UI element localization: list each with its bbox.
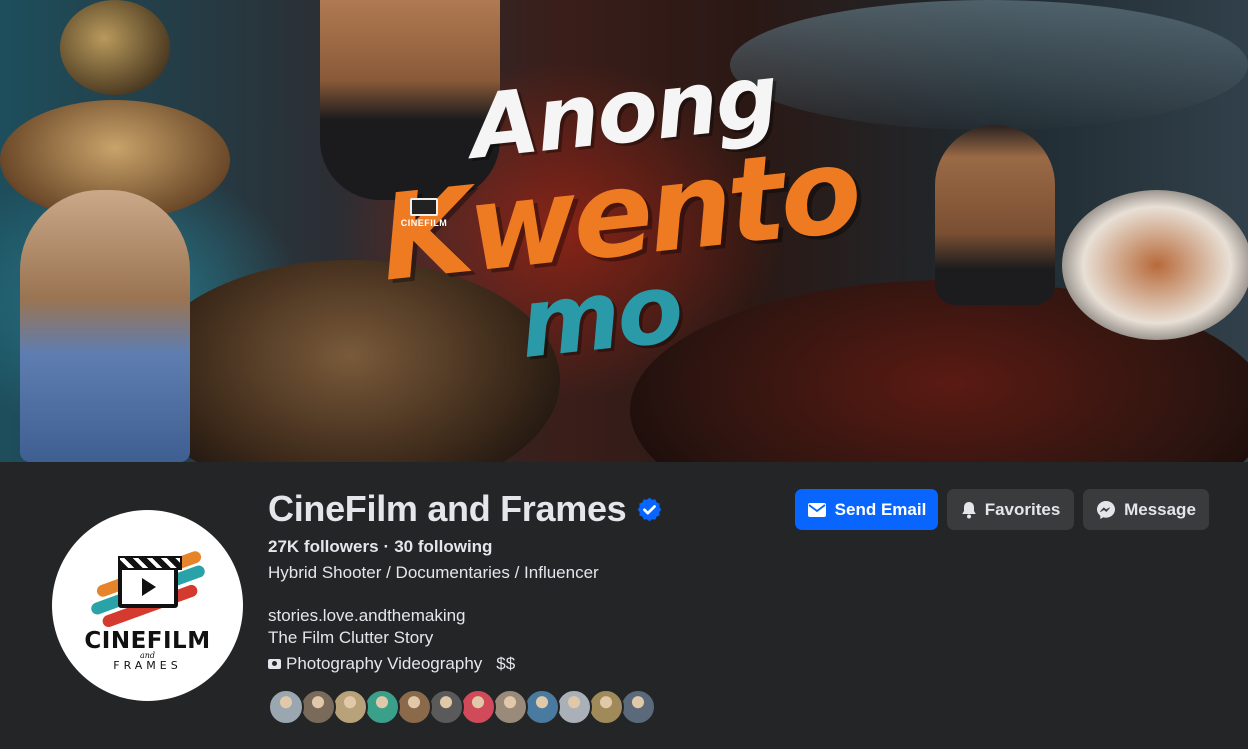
- follow-stats: 27K followers · 30 following: [268, 537, 492, 557]
- followers-link[interactable]: 27K followers: [268, 537, 379, 556]
- friend-avatar[interactable]: [332, 689, 368, 725]
- avatar-brand-frames: FRAMES: [113, 659, 182, 672]
- friend-avatar[interactable]: [300, 689, 336, 725]
- bio-line-2: The Film Clutter Story: [268, 628, 434, 647]
- page-title: CineFilm and Frames: [268, 488, 663, 530]
- friend-avatar[interactable]: [492, 689, 528, 725]
- cover-title-line3: mo: [514, 251, 686, 381]
- page-name-text: CineFilm and Frames: [268, 488, 627, 529]
- send-email-label: Send Email: [834, 499, 927, 519]
- cover-brand-logo: CINEFILM: [398, 198, 450, 238]
- clapperboard-icon: [118, 556, 182, 608]
- price-range: $$: [496, 654, 516, 673]
- favorites-label: Favorites: [984, 499, 1061, 519]
- stats-separator: ·: [383, 537, 390, 556]
- send-email-button[interactable]: Send Email: [795, 489, 938, 530]
- friend-avatar[interactable]: [396, 689, 432, 725]
- profile-avatar[interactable]: CINEFILM and FRAMES: [52, 510, 243, 701]
- cover-elder-person: [20, 190, 190, 462]
- message-label: Message: [1124, 499, 1196, 519]
- mutual-friends-list: [268, 689, 656, 725]
- following-link[interactable]: 30 following: [394, 537, 492, 556]
- page-category: Hybrid Shooter / Documentaries / Influen…: [268, 563, 599, 582]
- favorites-button[interactable]: Favorites: [947, 489, 1074, 530]
- cover-logo-text: CINEFILM: [400, 218, 448, 228]
- friend-avatar[interactable]: [364, 689, 400, 725]
- cover-ladle-image: [60, 0, 170, 95]
- services-row: Photography Videography $$: [268, 654, 515, 674]
- cover-dish-image: [1062, 190, 1248, 340]
- friend-avatar[interactable]: [460, 689, 496, 725]
- friend-avatar[interactable]: [428, 689, 464, 725]
- envelope-icon: [807, 502, 826, 517]
- cover-man-person: [935, 125, 1055, 305]
- services-text: Photography Videography: [286, 654, 483, 673]
- clapperboard-icon: [410, 198, 438, 216]
- cover-photo[interactable]: Anong Kwento mo CINEFILM: [0, 0, 1248, 462]
- message-button[interactable]: Message: [1083, 489, 1209, 530]
- friend-avatar[interactable]: [620, 689, 656, 725]
- bio-line-1: stories.love.andthemaking: [268, 606, 466, 625]
- messenger-icon: [1097, 500, 1116, 519]
- verified-badge-icon: [638, 497, 662, 521]
- friend-avatar[interactable]: [524, 689, 560, 725]
- friend-avatar[interactable]: [268, 689, 304, 725]
- friend-avatar[interactable]: [556, 689, 592, 725]
- camera-icon: [268, 659, 281, 669]
- friend-avatar[interactable]: [588, 689, 624, 725]
- bell-icon: [961, 501, 976, 518]
